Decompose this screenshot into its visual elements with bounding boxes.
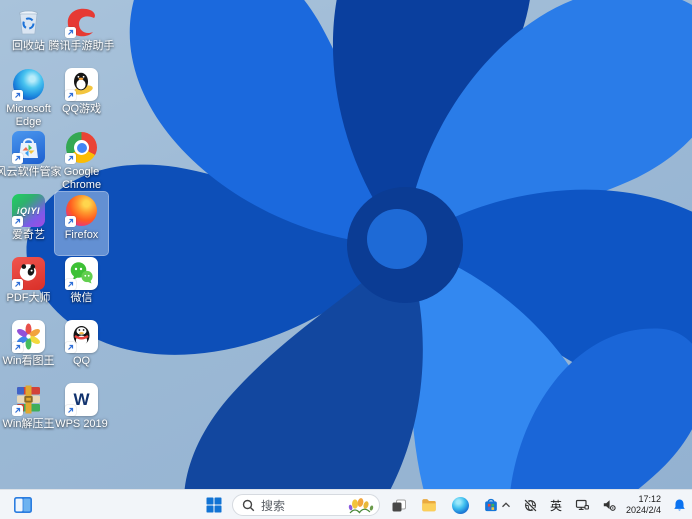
file-explorer-button[interactable] (416, 492, 442, 518)
desktop[interactable]: 回收站 腾讯手游助手 Microsoft Edge QQ游戏 风云软件管家 Go… (0, 0, 692, 489)
ime-label: 英 (549, 498, 562, 513)
chrome-icon (65, 131, 98, 164)
task-view-icon (392, 499, 406, 511)
shortcut-arrow-icon (65, 216, 76, 227)
shortcut-arrow-icon (12, 405, 23, 416)
file-explorer-icon (422, 499, 436, 512)
search-icon (242, 499, 255, 511)
taskbar-clock[interactable]: 17:12 2024/2/4 (626, 494, 662, 517)
win-image-viewer-icon (12, 320, 45, 353)
iqiyi-wordmark: iQIYI (16, 205, 40, 216)
clock-time: 17:12 (638, 493, 661, 504)
recycle-bin-icon (12, 5, 45, 38)
winrar-books-icon (12, 383, 45, 416)
desktop-icon-wechat[interactable]: 微信 (55, 255, 108, 318)
edge-taskbar-button[interactable] (447, 492, 473, 518)
taskbar-search[interactable]: 搜索 (232, 494, 380, 516)
desktop-icon-label: QQ游戏 (61, 103, 102, 115)
clock-date: 2024/2/4 (625, 505, 661, 515)
shortcut-arrow-icon (65, 27, 76, 38)
pdf-master-icon (12, 257, 45, 290)
ime-indicator[interactable]: 英 (547, 492, 565, 518)
tray-chevron-button[interactable] (497, 492, 515, 518)
desktop-icon-label: WPS 2019 (55, 418, 108, 430)
shortcut-arrow-icon (12, 342, 23, 353)
monitor-plug-icon (575, 499, 589, 510)
shortcut-arrow-icon (12, 216, 23, 227)
desktop-icon-label: QQ (72, 355, 91, 367)
desktop-icon-label: 腾讯手游助手 (48, 40, 115, 52)
firefox-icon (65, 194, 98, 227)
desktop-icon-firefox[interactable]: Firefox (54, 191, 109, 256)
start-button[interactable] (201, 492, 227, 518)
volume-settings-icon (603, 500, 616, 511)
notification-center-button[interactable] (669, 492, 689, 518)
desktop-icon-qq[interactable]: QQ (55, 318, 108, 381)
tencent-gaming-icon (65, 5, 98, 38)
shortcut-arrow-icon (65, 405, 76, 416)
task-view-button[interactable] (385, 492, 411, 518)
taskbar: 搜索 英 17:12 2024/2/4 (0, 489, 692, 519)
shortcut-arrow-icon (65, 279, 76, 290)
desktop-icon-label: 微信 (70, 292, 93, 304)
edge-icon (451, 496, 469, 514)
monitor-tray-button[interactable] (572, 492, 592, 518)
search-highlight-flowers-icon (348, 497, 374, 513)
notification-bell-icon (673, 499, 685, 511)
desktop-icon-edge[interactable]: Microsoft Edge (2, 66, 55, 129)
chevron-up-icon (501, 502, 510, 508)
desktop-icon-qq-games[interactable]: QQ游戏 (55, 66, 108, 129)
shortcut-arrow-icon (65, 342, 76, 353)
qq-games-icon (65, 68, 98, 101)
wps-icon: W (65, 383, 98, 416)
edge-icon (12, 68, 45, 101)
widgets-button[interactable] (10, 492, 36, 518)
desktop-icon-chrome[interactable]: Google Chrome (55, 129, 108, 192)
widgets-icon (14, 497, 32, 513)
desktop-icon-grid: 回收站 腾讯手游助手 Microsoft Edge QQ游戏 风云软件管家 Go… (0, 3, 115, 444)
desktop-icon-wps[interactable]: W WPS 2019 (55, 381, 108, 444)
qq-icon (65, 320, 98, 353)
desktop-icon-label: Google Chrome (61, 166, 102, 191)
windows-start-icon (206, 497, 222, 513)
desktop-icon-tencent-gaming[interactable]: 腾讯手游助手 (49, 3, 115, 66)
desktop-icon-pdf-master[interactable]: PDF大师 (2, 255, 55, 318)
search-placeholder: 搜索 (261, 498, 286, 513)
network-status-button[interactable] (522, 492, 540, 518)
shortcut-arrow-icon (12, 90, 23, 101)
shortcut-arrow-icon (65, 90, 76, 101)
desktop-icon-iqiyi[interactable]: iQIYI 爱奇艺 (2, 192, 55, 255)
shortcut-arrow-icon (12, 279, 23, 290)
desktop-icon-label: Firefox (64, 229, 99, 241)
wechat-icon (65, 257, 98, 290)
shortcut-arrow-icon (12, 153, 23, 164)
software-manager-icon (12, 131, 45, 164)
shortcut-arrow-icon (65, 153, 76, 164)
iqiyi-icon: iQIYI (12, 194, 45, 227)
desktop-icon-win-unzip[interactable]: Win解压王 (2, 381, 55, 444)
volume-tray-button[interactable] (599, 492, 619, 518)
desktop-icon-recycle-bin[interactable]: 回收站 (2, 3, 55, 66)
desktop-icon-win-image-viewer[interactable]: Win看图王 (2, 318, 55, 381)
globe-offline-icon (524, 498, 538, 512)
